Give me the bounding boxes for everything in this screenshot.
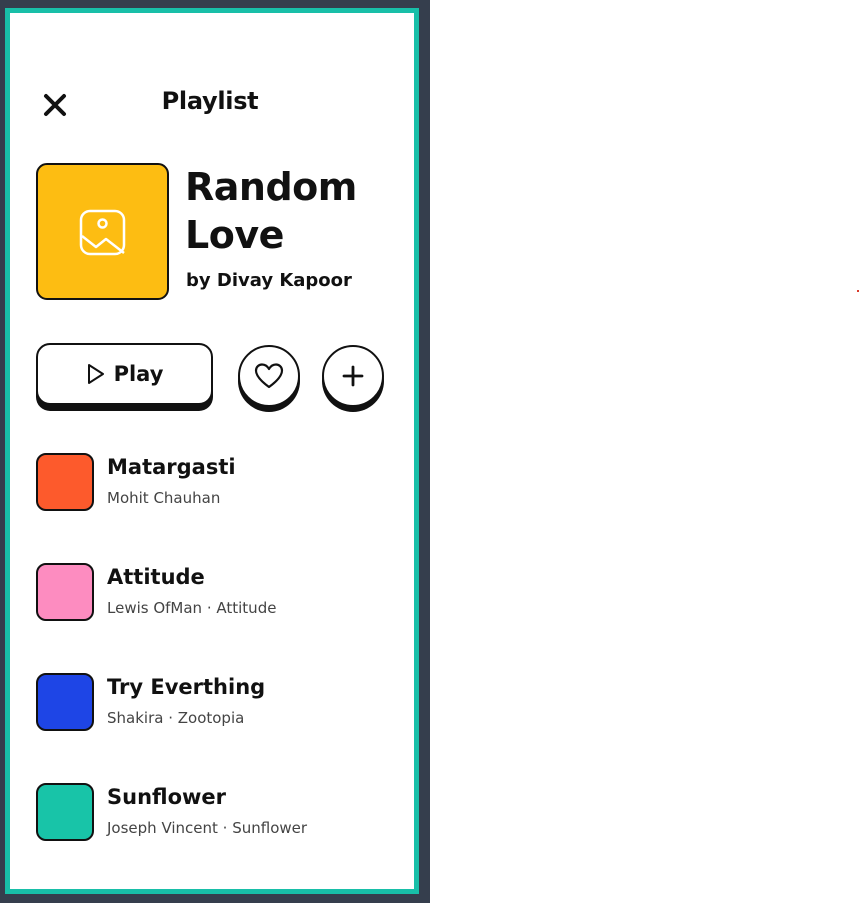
close-button[interactable]	[39, 89, 71, 121]
track-subtitle: Shakira · Zootopia	[107, 709, 245, 727]
track-art	[36, 673, 94, 731]
app-frame: Playlist Random Love by Divay Kapoor Pla…	[0, 0, 430, 903]
track-subtitle: Mohit Chauhan	[107, 489, 221, 507]
plus-icon	[342, 365, 364, 387]
track-title: Attitude	[107, 565, 205, 589]
play-button[interactable]: Play	[36, 343, 213, 405]
track-art	[36, 783, 94, 841]
track-subtitle: Joseph Vincent · Sunflower	[107, 819, 308, 837]
page-title: Playlist	[161, 87, 259, 115]
stray-dot	[857, 290, 859, 292]
album-cover	[36, 163, 169, 300]
track-title: Sunflower	[107, 785, 227, 809]
track-item[interactable]: Matargasti Mohit Chauhan	[36, 453, 396, 515]
track-art	[36, 563, 94, 621]
track-item[interactable]: Attitude Lewis OfMan · Attitude	[36, 563, 396, 625]
add-button[interactable]	[322, 345, 384, 407]
track-item[interactable]: Try Everthing Shakira · Zootopia	[36, 673, 396, 735]
play-icon	[86, 363, 106, 385]
album-artist: by Divay Kapoor	[186, 270, 352, 291]
heart-icon	[254, 363, 284, 389]
close-icon	[44, 94, 66, 116]
album-title: Random Love	[185, 165, 357, 257]
track-subtitle: Lewis OfMan · Attitude	[107, 599, 277, 617]
track-title: Matargasti	[107, 455, 236, 479]
like-button[interactable]	[238, 345, 300, 407]
play-label: Play	[113, 362, 164, 386]
playlist-panel: Playlist Random Love by Divay Kapoor Pla…	[5, 8, 419, 894]
track-item[interactable]: Sunflower Joseph Vincent · Sunflower	[36, 783, 396, 845]
image-placeholder-icon	[79, 209, 126, 256]
track-title: Try Everthing	[107, 675, 266, 699]
track-art	[36, 453, 94, 511]
